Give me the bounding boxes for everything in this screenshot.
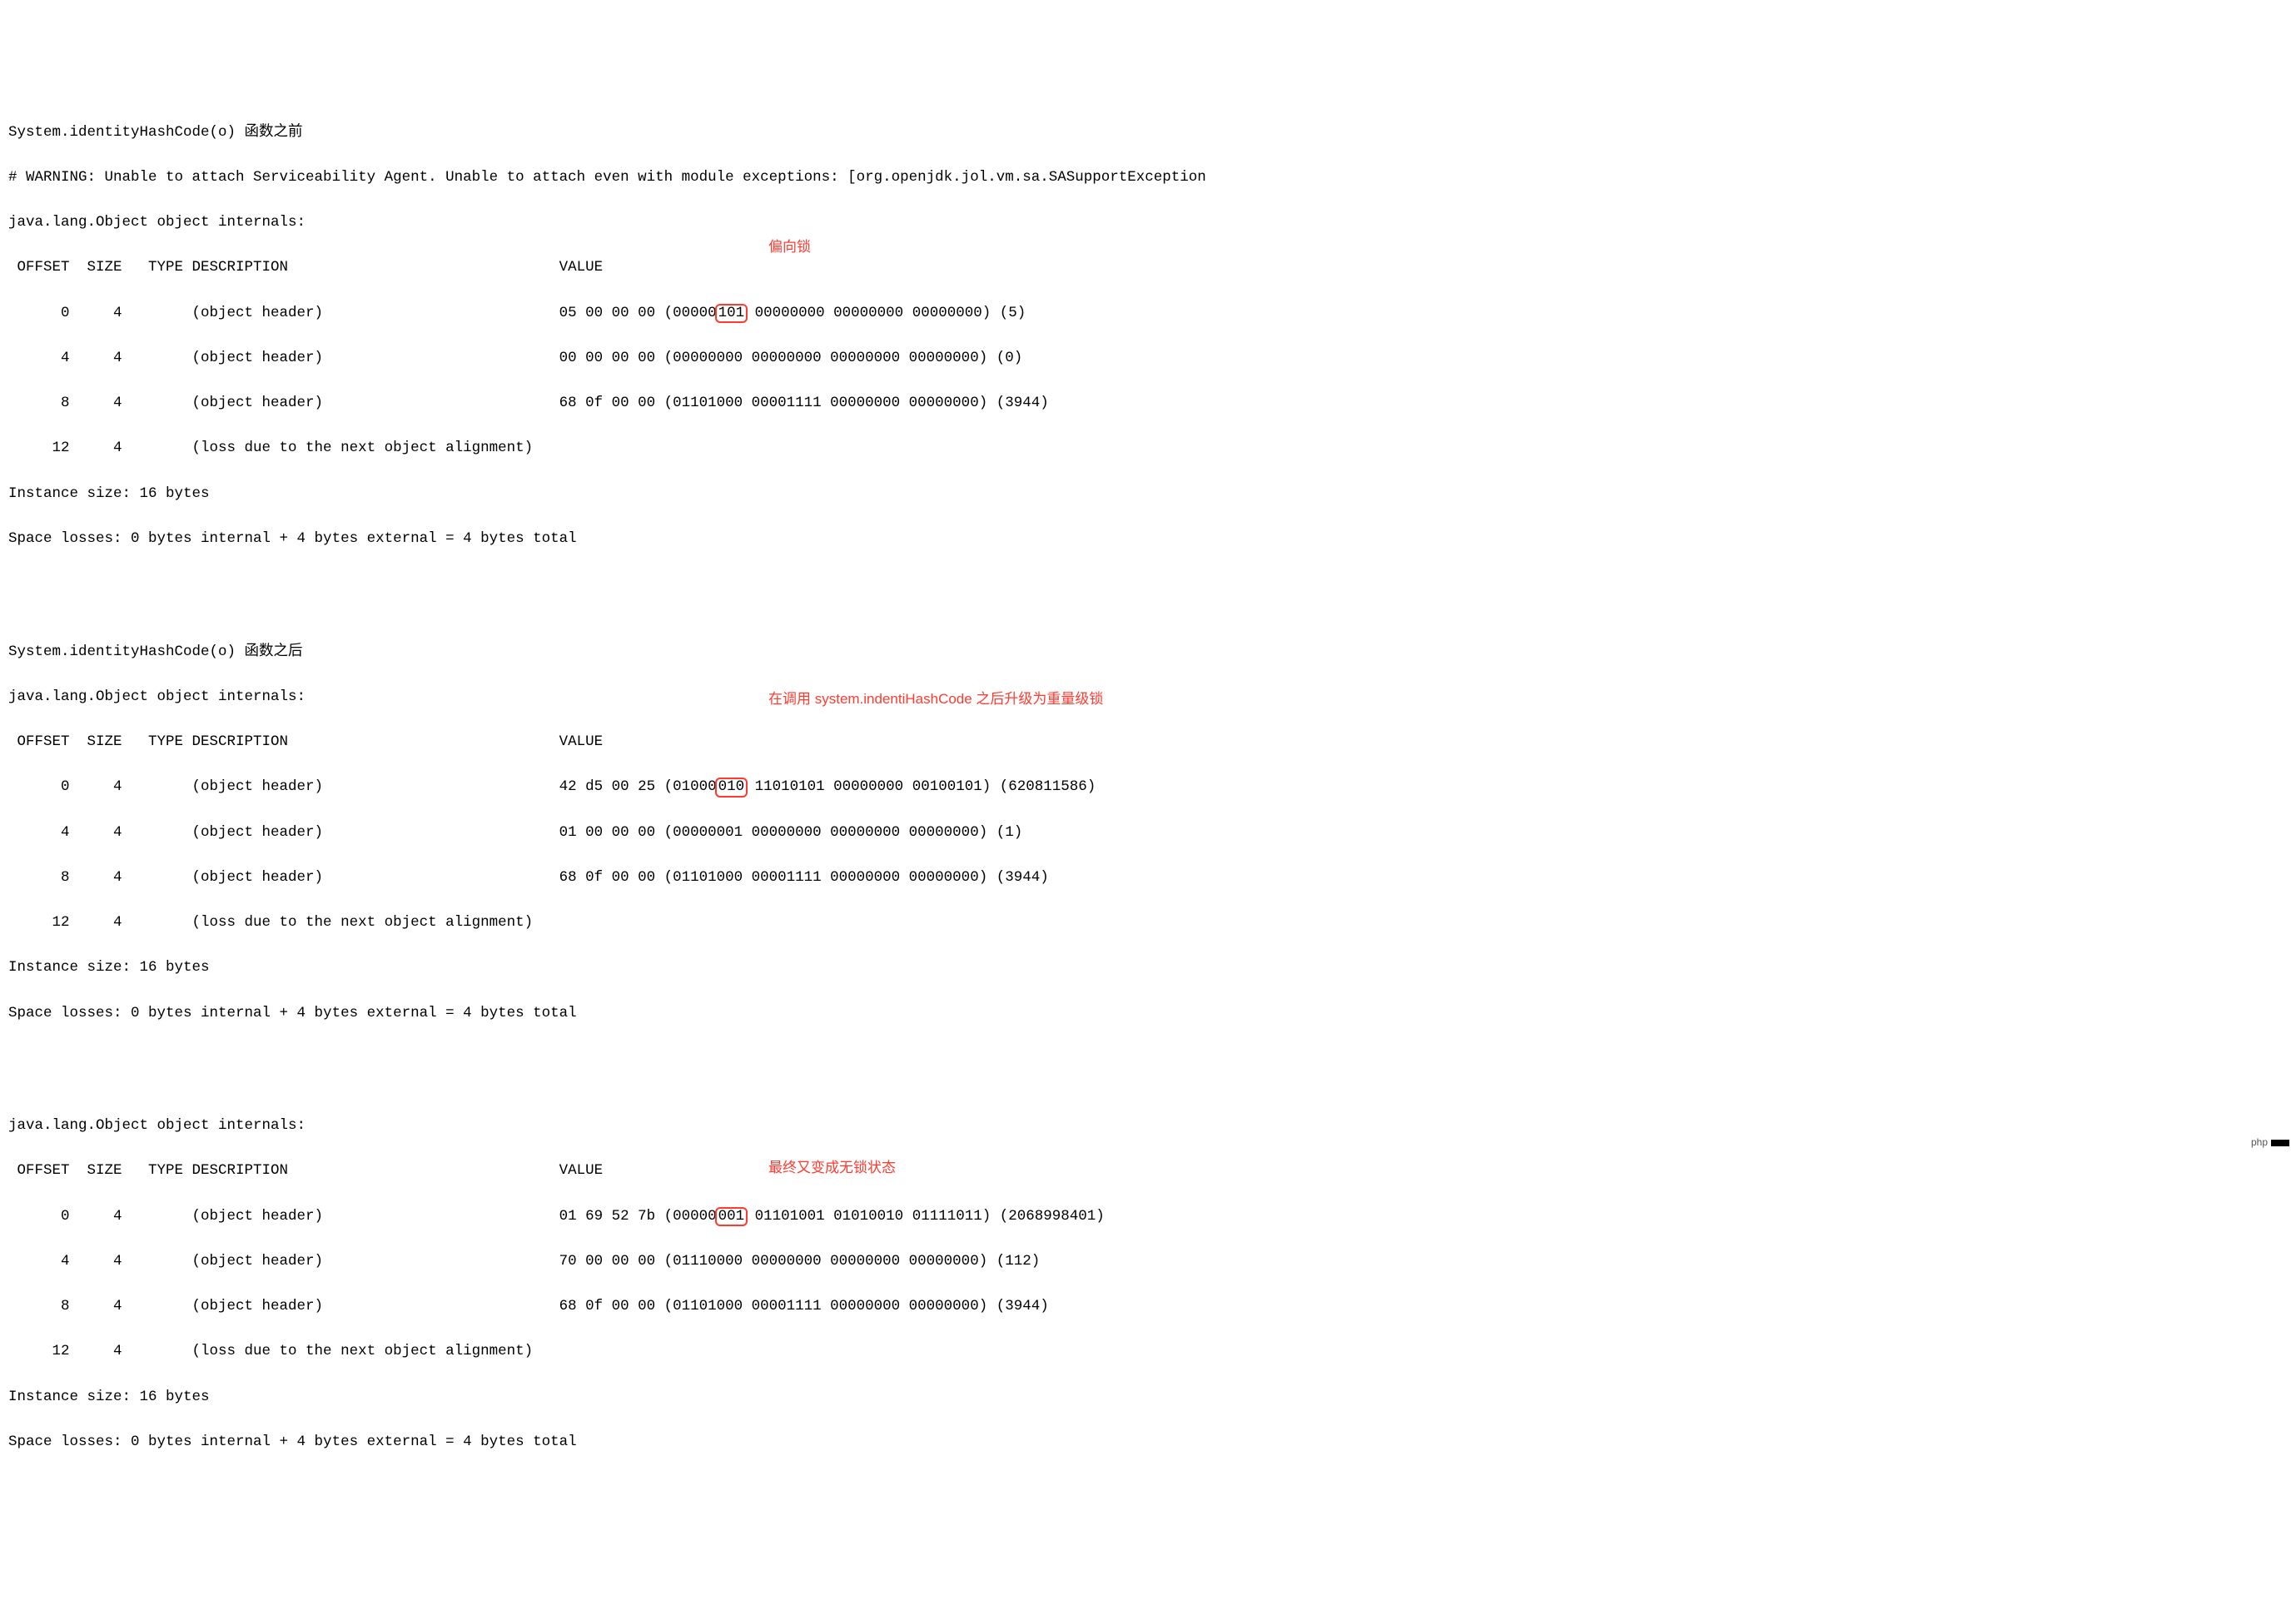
block3-losses: Space losses: 0 bytes internal + 4 bytes… — [8, 1431, 2288, 1454]
block1-row3: 12 4 (loss due to the next object alignm… — [8, 437, 2288, 460]
spacer2 — [8, 1047, 2288, 1070]
block2-size: Instance size: 16 bytes — [8, 957, 2288, 979]
spacer1 — [8, 573, 2288, 595]
block1-warning: # WARNING: Unable to attach Serviceabili… — [8, 166, 2288, 189]
block1-size: Instance size: 16 bytes — [8, 483, 2288, 505]
block3-row1: 4 4 (object header) 70 00 00 00 (0111000… — [8, 1250, 2288, 1273]
block2-title: System.identityHashCode(o) 函数之后 — [8, 641, 2288, 663]
annotation-no-lock: 最终又变成无锁状态 — [768, 1157, 896, 1179]
annotation-heavy-lock: 在调用 system.indentiHashCode 之后升级为重量级锁 — [768, 688, 1103, 710]
block3-internals: java.lang.Object object internals: — [8, 1115, 2288, 1137]
block1-internals: java.lang.Object object internals: — [8, 211, 2288, 234]
block2-row2: 8 4 (object header) 68 0f 00 00 (0110100… — [8, 867, 2288, 889]
block3-row0-box: 001 — [715, 1207, 748, 1226]
block3-header: OFFSET SIZE TYPE DESCRIPTION VALUE 最终又变成无… — [8, 1160, 2288, 1182]
block1-header-text: OFFSET SIZE TYPE DESCRIPTION VALUE — [8, 259, 603, 276]
block1-title: System.identityHashCode(o) 函数之前 — [8, 122, 2288, 144]
block2-internals: java.lang.Object object internals: 在调用 sy… — [8, 686, 2288, 708]
watermark-text: php — [2251, 1135, 2268, 1150]
block2-internals-text: java.lang.Object object internals: — [8, 688, 306, 705]
block2-row0-box: 010 — [715, 778, 748, 797]
block3-header-text: OFFSET SIZE TYPE DESCRIPTION VALUE — [8, 1162, 603, 1179]
block1-row0-box: 101 — [715, 304, 748, 323]
block2-header: OFFSET SIZE TYPE DESCRIPTION VALUE — [8, 731, 2288, 753]
block2-row0: 0 4 (object header) 42 d5 00 25 (0100001… — [8, 776, 2288, 798]
block3-size: Instance size: 16 bytes — [8, 1386, 2288, 1409]
block1-row0-right: 00000000 00000000 00000000) (5) — [746, 305, 1026, 321]
block1-header: OFFSET SIZE TYPE DESCRIPTION VALUE偏向锁 — [8, 256, 2288, 279]
block3-row0-left: 0 4 (object header) 01 69 52 7b (00000 — [8, 1208, 717, 1225]
block2-row3: 12 4 (loss due to the next object alignm… — [8, 912, 2288, 934]
block2-row0-right: 11010101 00000000 00100101) (620811586) — [746, 778, 1096, 795]
block1-row2: 8 4 (object header) 68 0f 00 00 (0110100… — [8, 392, 2288, 415]
block3-row0: 0 4 (object header) 01 69 52 7b (0000000… — [8, 1205, 2288, 1228]
block2-row1: 4 4 (object header) 01 00 00 00 (0000000… — [8, 822, 2288, 844]
block1-losses: Space losses: 0 bytes internal + 4 bytes… — [8, 528, 2288, 550]
block3-row2: 8 4 (object header) 68 0f 00 00 (0110100… — [8, 1295, 2288, 1318]
block2-losses: Space losses: 0 bytes internal + 4 bytes… — [8, 1002, 2288, 1025]
watermark-bar-icon — [2271, 1140, 2289, 1146]
watermark: php — [2251, 1135, 2289, 1150]
block3-row0-right: 01101001 01010010 01111011) (2068998401) — [746, 1208, 1105, 1225]
annotation-biased-lock: 偏向锁 — [768, 236, 811, 258]
block1-row0: 0 4 (object header) 05 00 00 00 (0000010… — [8, 302, 2288, 325]
block3-row3: 12 4 (loss due to the next object alignm… — [8, 1340, 2288, 1363]
block1-row1: 4 4 (object header) 00 00 00 00 (0000000… — [8, 347, 2288, 370]
block2-row0-left: 0 4 (object header) 42 d5 00 25 (01000 — [8, 778, 717, 795]
block1-row0-left: 0 4 (object header) 05 00 00 00 (00000 — [8, 305, 717, 321]
